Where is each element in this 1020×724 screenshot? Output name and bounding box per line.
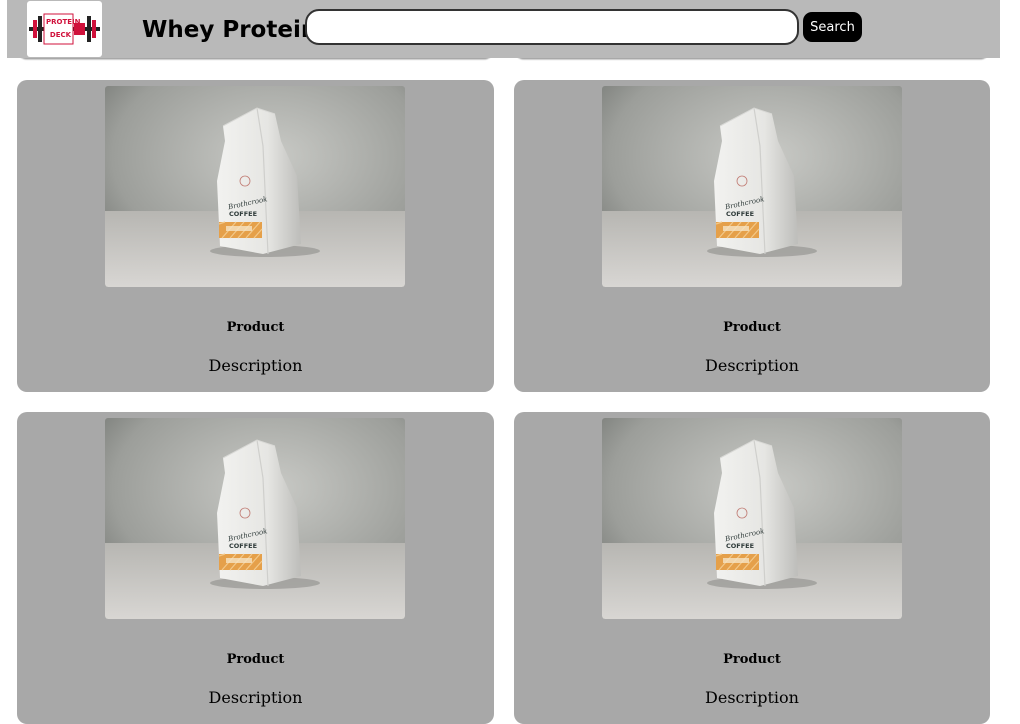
bag-label-text: COFFEE [229, 210, 257, 218]
product-card[interactable]: Brothcrook COFFEE Product Description [17, 80, 494, 392]
search-button[interactable]: Search [803, 12, 862, 42]
logo-wordmark: PROTEIN DECK [46, 16, 81, 42]
logo-text-deck: DECK [49, 31, 72, 39]
bag-label-text: COFFEE [726, 542, 754, 550]
top-header: PROTEIN DECK Whey Protein Search [7, 0, 1000, 58]
product-name: Product [226, 320, 285, 335]
search-input[interactable] [305, 9, 799, 45]
coffee-bag-photo: BrothcrookCOFFEE [105, 418, 405, 619]
product-description: Description [208, 688, 303, 707]
product-card[interactable]: Brothcrook COFFEE Product Description [514, 412, 990, 724]
product-card[interactable]: Brothcrook COFFEE Product Description [17, 412, 494, 724]
coffee-bag-photo: BrothcrookCOFFEE [602, 418, 902, 619]
product-image[interactable]: Brothcrook COFFEE [602, 86, 902, 287]
logo-text-protein: PROTEIN [46, 18, 81, 26]
bag-label-text: COFFEE [229, 542, 257, 550]
product-name: Product [723, 320, 781, 335]
coffee-bag-photo: BrothcrookCOFFEE [602, 86, 902, 287]
product-description: Description [208, 356, 303, 375]
page-title: Whey Protein [142, 17, 318, 43]
product-card[interactable]: Brothcrook COFFEE Product Description [514, 80, 990, 392]
product-image[interactable]: Brothcrook COFFEE [105, 418, 405, 619]
product-name: Product [723, 652, 781, 667]
bag-label-text: COFFEE [726, 210, 754, 218]
coffee-bag-photo: BrothcrookCOFFEE [105, 86, 405, 287]
product-description: Description [705, 356, 799, 375]
product-description: Description [705, 688, 799, 707]
product-name: Product [226, 652, 285, 667]
site-logo[interactable]: PROTEIN DECK [27, 1, 102, 57]
product-image[interactable]: Brothcrook COFFEE [602, 418, 902, 619]
product-image[interactable]: Brothcrook COFFEE [105, 86, 405, 287]
